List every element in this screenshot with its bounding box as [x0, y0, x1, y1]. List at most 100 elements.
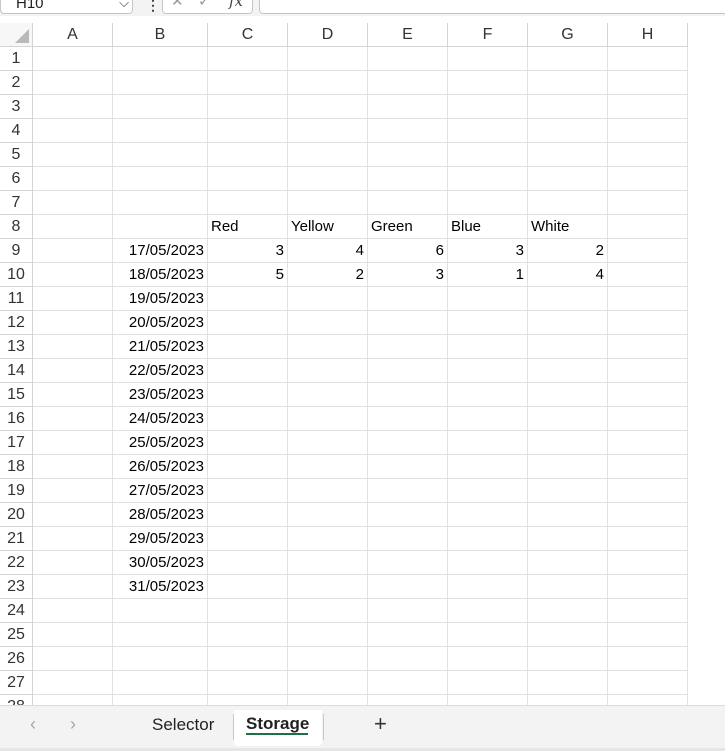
cell-h23[interactable]: [608, 575, 688, 599]
cell-d7[interactable]: [288, 191, 368, 215]
cell-b19[interactable]: 27/05/2023: [113, 479, 208, 503]
cell-h22[interactable]: [608, 551, 688, 575]
cell-b13[interactable]: 21/05/2023: [113, 335, 208, 359]
row-header-2[interactable]: 2: [0, 71, 33, 95]
row-header-1[interactable]: 1: [0, 47, 33, 71]
cell-a22[interactable]: [33, 551, 113, 575]
cell-d5[interactable]: [288, 143, 368, 167]
cell-b5[interactable]: [113, 143, 208, 167]
cell-h14[interactable]: [608, 359, 688, 383]
cell-c19[interactable]: [208, 479, 288, 503]
cell-g26[interactable]: [528, 647, 608, 671]
cell-f12[interactable]: [448, 311, 528, 335]
row-header-20[interactable]: 20: [0, 503, 33, 527]
cell-h17[interactable]: [608, 431, 688, 455]
cell-e3[interactable]: [368, 95, 448, 119]
cell-e8[interactable]: Green: [368, 215, 448, 239]
cell-b15[interactable]: 23/05/2023: [113, 383, 208, 407]
cell-h12[interactable]: [608, 311, 688, 335]
cell-e7[interactable]: [368, 191, 448, 215]
cell-a18[interactable]: [33, 455, 113, 479]
cell-f3[interactable]: [448, 95, 528, 119]
row-header-5[interactable]: 5: [0, 143, 33, 167]
row-header-21[interactable]: 21: [0, 527, 33, 551]
cell-d4[interactable]: [288, 119, 368, 143]
cell-h25[interactable]: [608, 623, 688, 647]
insert-function-icon[interactable]: fx: [229, 0, 243, 10]
column-header-c[interactable]: C: [208, 23, 288, 47]
cell-h5[interactable]: [608, 143, 688, 167]
cell-e12[interactable]: [368, 311, 448, 335]
cell-a4[interactable]: [33, 119, 113, 143]
cell-e11[interactable]: [368, 287, 448, 311]
cell-c24[interactable]: [208, 599, 288, 623]
column-header-f[interactable]: F: [448, 23, 528, 47]
cell-d22[interactable]: [288, 551, 368, 575]
row-header-26[interactable]: 26: [0, 647, 33, 671]
cell-g1[interactable]: [528, 47, 608, 71]
cell-e18[interactable]: [368, 455, 448, 479]
cell-a17[interactable]: [33, 431, 113, 455]
cell-f27[interactable]: [448, 671, 528, 695]
row-header-9[interactable]: 9: [0, 239, 33, 263]
cell-h4[interactable]: [608, 119, 688, 143]
cell-h13[interactable]: [608, 335, 688, 359]
cell-f23[interactable]: [448, 575, 528, 599]
cell-f2[interactable]: [448, 71, 528, 95]
column-header-a[interactable]: A: [33, 23, 113, 47]
cell-f25[interactable]: [448, 623, 528, 647]
cell-d9[interactable]: 4: [288, 239, 368, 263]
cell-c1[interactable]: [208, 47, 288, 71]
cell-a27[interactable]: [33, 671, 113, 695]
cell-g21[interactable]: [528, 527, 608, 551]
cell-e4[interactable]: [368, 119, 448, 143]
row-header-4[interactable]: 4: [0, 119, 33, 143]
cell-b1[interactable]: [113, 47, 208, 71]
cell-c15[interactable]: [208, 383, 288, 407]
cell-f9[interactable]: 3: [448, 239, 528, 263]
add-sheet-button[interactable]: +: [374, 711, 387, 737]
cell-g25[interactable]: [528, 623, 608, 647]
cell-e2[interactable]: [368, 71, 448, 95]
cell-b20[interactable]: 28/05/2023: [113, 503, 208, 527]
row-header-22[interactable]: 22: [0, 551, 33, 575]
cell-a10[interactable]: [33, 263, 113, 287]
cell-b2[interactable]: [113, 71, 208, 95]
cell-f11[interactable]: [448, 287, 528, 311]
cell-f18[interactable]: [448, 455, 528, 479]
cell-b3[interactable]: [113, 95, 208, 119]
column-header-g[interactable]: G: [528, 23, 608, 47]
row-header-27[interactable]: 27: [0, 671, 33, 695]
cell-g27[interactable]: [528, 671, 608, 695]
cell-c5[interactable]: [208, 143, 288, 167]
cell-g16[interactable]: [528, 407, 608, 431]
cell-f24[interactable]: [448, 599, 528, 623]
cell-d27[interactable]: [288, 671, 368, 695]
cell-c22[interactable]: [208, 551, 288, 575]
column-header-d[interactable]: D: [288, 23, 368, 47]
previous-sheet-icon[interactable]: ‹: [30, 714, 36, 735]
cell-a3[interactable]: [33, 95, 113, 119]
cell-c13[interactable]: [208, 335, 288, 359]
cell-f26[interactable]: [448, 647, 528, 671]
cell-g4[interactable]: [528, 119, 608, 143]
cell-c21[interactable]: [208, 527, 288, 551]
cell-f5[interactable]: [448, 143, 528, 167]
row-header-7[interactable]: 7: [0, 191, 33, 215]
cell-e26[interactable]: [368, 647, 448, 671]
cell-e5[interactable]: [368, 143, 448, 167]
cell-c18[interactable]: [208, 455, 288, 479]
cell-h8[interactable]: [608, 215, 688, 239]
cell-a20[interactable]: [33, 503, 113, 527]
enter-icon[interactable]: ✓: [198, 0, 211, 10]
cell-b14[interactable]: 22/05/2023: [113, 359, 208, 383]
cell-g13[interactable]: [528, 335, 608, 359]
cell-f15[interactable]: [448, 383, 528, 407]
cell-g17[interactable]: [528, 431, 608, 455]
cell-b17[interactable]: 25/05/2023: [113, 431, 208, 455]
cell-b22[interactable]: 30/05/2023: [113, 551, 208, 575]
cell-b23[interactable]: 31/05/2023: [113, 575, 208, 599]
cell-b27[interactable]: [113, 671, 208, 695]
cell-b12[interactable]: 20/05/2023: [113, 311, 208, 335]
cell-a11[interactable]: [33, 287, 113, 311]
